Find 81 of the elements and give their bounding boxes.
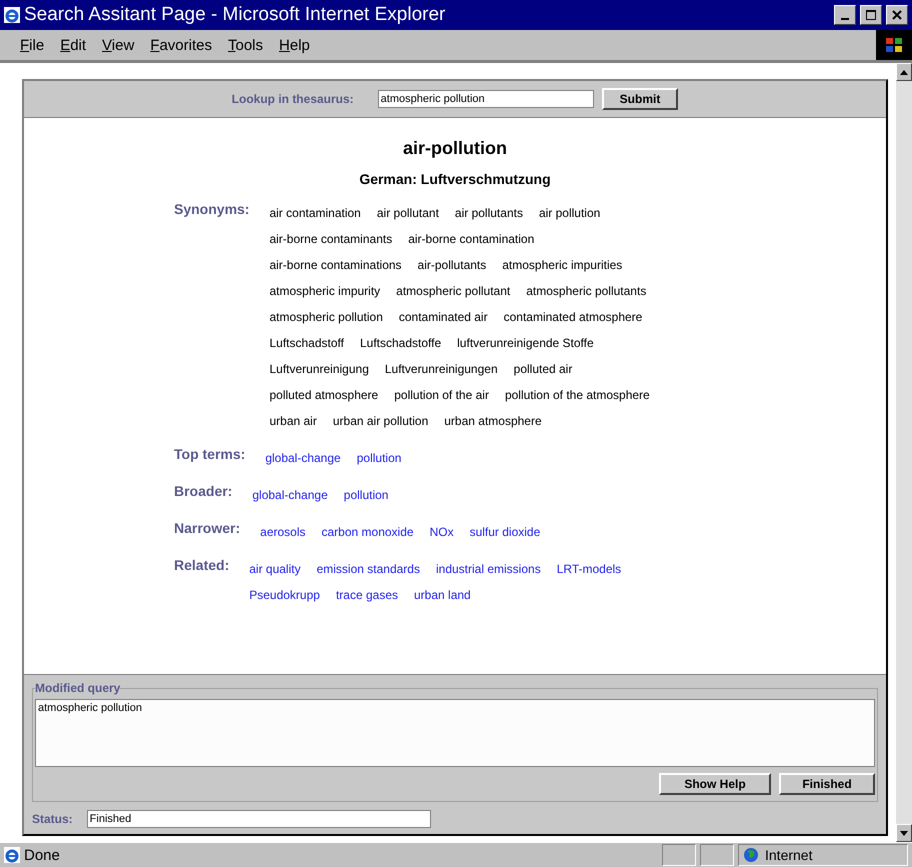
- synonym-term: pollution of the atmosphere: [504, 387, 650, 404]
- windows-logo: [876, 30, 912, 60]
- term-link[interactable]: emission standards: [316, 560, 420, 578]
- menu-item[interactable]: Favorites: [144, 34, 218, 56]
- lookup-label: Lookup in thesaurus:: [232, 92, 354, 106]
- term-title: air-pollution: [402, 138, 508, 159]
- menu-item[interactable]: File: [14, 34, 50, 56]
- status-label: Status:: [32, 812, 73, 826]
- synonym-term: Luftschadstoffe: [360, 335, 442, 352]
- synonym-term: Luftschadstoff: [269, 335, 344, 352]
- term-link[interactable]: urban land: [414, 586, 471, 604]
- submit-button[interactable]: Submit: [602, 88, 678, 110]
- term-link[interactable]: NOx: [430, 523, 454, 541]
- browser-icon: [4, 7, 20, 23]
- synonym-term: atmospheric impurity: [269, 283, 380, 300]
- term-link[interactable]: air quality: [249, 560, 301, 578]
- term-link[interactable]: pollution: [344, 486, 388, 504]
- synonym-term: air-borne contaminants: [269, 231, 392, 248]
- section-label: Related:: [174, 557, 230, 575]
- synonym-term: polluted air: [514, 361, 572, 378]
- maximize-button[interactable]: [860, 5, 882, 25]
- synonym-term: urban air pollution: [332, 413, 428, 430]
- term-link[interactable]: carbon monoxide: [322, 523, 414, 541]
- window-title: Search Assitant Page - Microsoft Internet Explorer: [24, 4, 446, 26]
- synonym-term: luftverunreinigende Stoffe: [457, 335, 594, 352]
- synonym-term: pollution of the air: [394, 387, 489, 404]
- section-label: Broader:: [174, 483, 232, 501]
- help-button[interactable]: Show Help: [659, 773, 771, 795]
- minimize-button[interactable]: [834, 5, 856, 25]
- close-button[interactable]: [886, 5, 908, 25]
- query-field[interactable]: atmospheric pollution: [35, 699, 875, 767]
- synonym-term: atmospheric pollution: [269, 309, 383, 326]
- status-field[interactable]: Finished: [86, 810, 431, 828]
- synonym-term: contaminated air: [398, 309, 488, 326]
- term-link[interactable]: aerosols: [260, 523, 306, 541]
- synonym-term: air-borne contaminations: [269, 257, 402, 274]
- synonym-term: Luftverunreinigung: [269, 361, 369, 378]
- synonym-term: contaminated atmosphere: [504, 309, 642, 326]
- maximize-icon: [866, 10, 876, 20]
- synonym-term: Luftverunreinigungen: [384, 361, 498, 378]
- section-label: Top terms:: [174, 446, 246, 464]
- synonym-term: polluted atmosphere: [269, 387, 378, 404]
- term-translation: German: Luftverschmutzung: [358, 171, 552, 187]
- section-label: Narrower:: [174, 520, 240, 538]
- menu-item[interactable]: Help: [273, 34, 316, 56]
- synonym-term: atmospheric pollutants: [526, 283, 646, 300]
- synonym-term: atmospheric impurities: [502, 257, 622, 274]
- menu-item[interactable]: Edit: [54, 34, 92, 56]
- minimize-icon: [841, 18, 849, 20]
- term-link[interactable]: industrial emissions: [436, 560, 541, 578]
- term-link[interactable]: global-change: [252, 486, 328, 504]
- synonym-term: urban atmosphere: [444, 413, 542, 430]
- term-link[interactable]: pollution: [356, 449, 402, 467]
- finished-button[interactable]: Finished: [779, 773, 875, 795]
- term-link[interactable]: Pseudokrupp: [249, 586, 320, 604]
- synonym-term: air-borne contamination: [408, 231, 534, 248]
- menu-item[interactable]: Tools: [222, 34, 270, 56]
- close-icon: [892, 10, 902, 20]
- globe-icon: [743, 847, 759, 863]
- status-pane: [700, 844, 734, 866]
- term-link[interactable]: global-change: [265, 449, 341, 467]
- page-icon: [4, 847, 20, 863]
- zone-text: Internet: [765, 847, 812, 863]
- menu-item[interactable]: View: [96, 34, 140, 56]
- term-link[interactable]: LRT-models: [556, 560, 622, 578]
- scroll-up-icon[interactable]: [896, 63, 912, 81]
- status-pane: [662, 844, 696, 866]
- scroll-down-icon[interactable]: [896, 824, 912, 842]
- synonym-term: atmospheric pollutant: [396, 283, 510, 300]
- section-label: Synonyms:: [174, 201, 250, 219]
- synonym-term: air contamination: [269, 205, 361, 222]
- synonym-term: air pollutant: [376, 205, 439, 222]
- synonym-term: air-pollutants: [418, 257, 486, 274]
- term-link[interactable]: sulfur dioxide: [470, 523, 540, 541]
- synonym-term: air pollutants: [454, 205, 523, 222]
- term-link[interactable]: trace gases: [336, 586, 398, 604]
- synonym-term: urban air: [269, 413, 317, 430]
- synonym-term: air pollution: [538, 205, 600, 222]
- query-legend: Modified query: [35, 681, 120, 695]
- lookup-field[interactable]: atmospheric pollution: [378, 90, 594, 108]
- status-text: Done: [24, 846, 61, 864]
